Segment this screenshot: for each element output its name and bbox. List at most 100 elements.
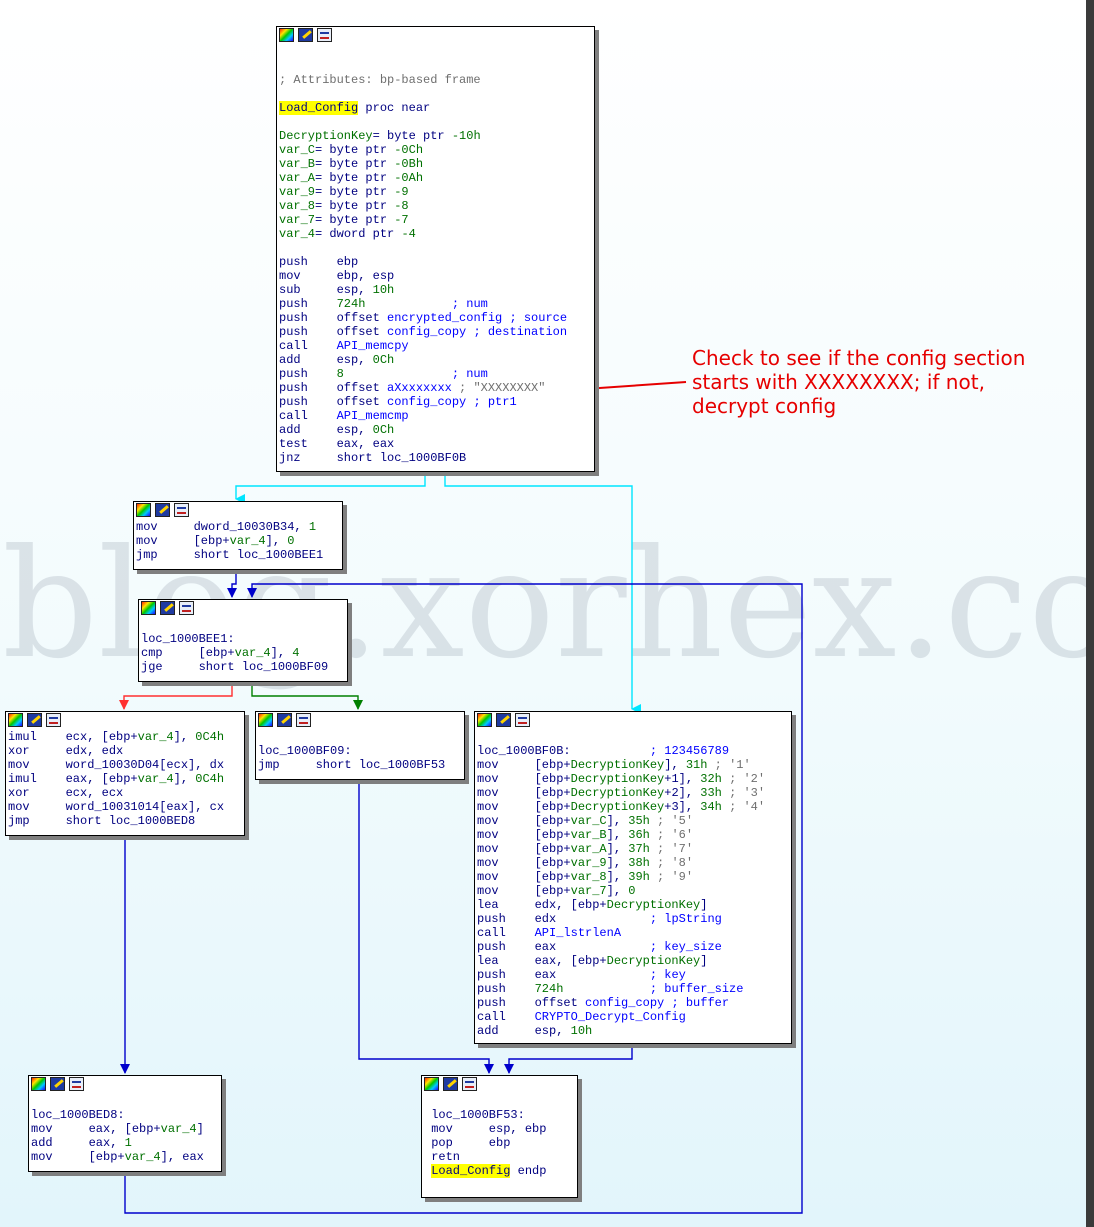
asm-line[interactable]: push eax ; key_size	[477, 940, 789, 954]
asm-line[interactable]: push offset config_copy ; buffer	[477, 996, 789, 1010]
asm-line[interactable]	[279, 59, 592, 73]
color-palette-icon[interactable]	[136, 503, 151, 517]
graph-icon[interactable]	[69, 1077, 84, 1091]
asm-line[interactable]: var_B= byte ptr -0Bh	[279, 157, 592, 171]
asm-line[interactable]: test eax, eax	[279, 437, 592, 451]
graph-icon[interactable]	[174, 503, 189, 517]
asm-line[interactable]: mov [ebp+DecryptionKey+1], 32h ; '2'	[477, 772, 789, 786]
asm-line[interactable]: jnz short loc_1000BF0B	[279, 451, 592, 465]
asm-line[interactable]: mov ebp, esp	[279, 269, 592, 283]
asm-line[interactable]: jge short loc_1000BF09	[141, 660, 345, 674]
asm-line[interactable]: call API_memcpy	[279, 339, 592, 353]
asm-line[interactable]: call API_memcmp	[279, 409, 592, 423]
graph-icon[interactable]	[317, 28, 332, 42]
graph-icon[interactable]	[179, 601, 194, 615]
asm-line[interactable]: mov dword_10030B34, 1	[136, 520, 340, 534]
asm-line[interactable]: Load_Config endp	[424, 1164, 575, 1178]
asm-line[interactable]: mov [ebp+var_C], 35h ; '5'	[477, 814, 789, 828]
asm-line[interactable]: push 724h ; num	[279, 297, 592, 311]
asm-line[interactable]: jmp short loc_1000BEE1	[136, 548, 340, 562]
asm-line[interactable]: var_9= byte ptr -9	[279, 185, 592, 199]
asm-line[interactable]	[31, 1094, 219, 1108]
asm-line[interactable]: xor ecx, ecx	[8, 786, 242, 800]
color-palette-icon[interactable]	[477, 713, 492, 727]
graph-icon[interactable]	[515, 713, 530, 727]
asm-line[interactable]: mov esp, ebp	[424, 1122, 575, 1136]
color-palette-icon[interactable]	[279, 28, 294, 42]
edit-icon[interactable]	[298, 28, 313, 42]
asm-line[interactable]: mov [ebp+var_4], eax	[31, 1150, 219, 1164]
graph-icon[interactable]	[296, 713, 311, 727]
asm-line[interactable]: push 8 ; num	[279, 367, 592, 381]
asm-line[interactable]	[279, 45, 592, 59]
asm-line[interactable]: var_7= byte ptr -7	[279, 213, 592, 227]
asm-line[interactable]: mov [ebp+var_4], 0	[136, 534, 340, 548]
asm-line[interactable]	[279, 87, 592, 101]
color-palette-icon[interactable]	[424, 1077, 439, 1091]
asm-line[interactable]: loc_1000BF0B: ; 123456789	[477, 744, 789, 758]
asm-line[interactable]: DecryptionKey= byte ptr -10h	[279, 129, 592, 143]
color-palette-icon[interactable]	[31, 1077, 46, 1091]
asm-line[interactable]	[279, 115, 592, 129]
asm-line[interactable]: jmp short loc_1000BED8	[8, 814, 242, 828]
graph-icon[interactable]	[462, 1077, 477, 1091]
asm-line[interactable]: loc_1000BED8:	[31, 1108, 219, 1122]
edit-icon[interactable]	[496, 713, 511, 727]
asm-line[interactable]: var_4= dword ptr -4	[279, 227, 592, 241]
asm-line[interactable]: var_A= byte ptr -0Ah	[279, 171, 592, 185]
color-palette-icon[interactable]	[141, 601, 156, 615]
asm-line[interactable]: sub esp, 10h	[279, 283, 592, 297]
node-load-config-entry[interactable]: ; Attributes: bp-based frame Load_Config …	[276, 26, 595, 472]
edit-icon[interactable]	[27, 713, 42, 727]
asm-line[interactable]	[279, 241, 592, 255]
asm-line[interactable]	[258, 730, 462, 744]
asm-line[interactable]: push 724h ; buffer_size	[477, 982, 789, 996]
asm-line[interactable]: mov word_10031014[eax], cx	[8, 800, 242, 814]
asm-line[interactable]: mov [ebp+var_9], 38h ; '8'	[477, 856, 789, 870]
asm-line[interactable]: push offset encrypted_config ; source	[279, 311, 592, 325]
asm-line[interactable]: cmp [ebp+var_4], 4	[141, 646, 345, 660]
asm-line[interactable]: push offset config_copy ; ptr1	[279, 395, 592, 409]
edit-icon[interactable]	[277, 713, 292, 727]
asm-line[interactable]: xor edx, edx	[8, 744, 242, 758]
asm-line[interactable]: mov word_10030D04[ecx], dx	[8, 758, 242, 772]
node-loc-1000bf09[interactable]: loc_1000BF09: jmp short loc_1000BF53	[255, 711, 465, 780]
asm-line[interactable]: push ebp	[279, 255, 592, 269]
asm-line[interactable]: loc_1000BF53:	[424, 1108, 575, 1122]
asm-line[interactable]: push eax ; key	[477, 968, 789, 982]
asm-line[interactable]: imul eax, [ebp+var_4], 0C4h	[8, 772, 242, 786]
asm-line[interactable]: add esp, 10h	[477, 1024, 789, 1038]
color-palette-icon[interactable]	[8, 713, 23, 727]
asm-line[interactable]: add esp, 0Ch	[279, 423, 592, 437]
asm-line[interactable]: mov [ebp+var_7], 0	[477, 884, 789, 898]
asm-line[interactable]: pop ebp	[424, 1136, 575, 1150]
asm-line[interactable]: mov eax, [ebp+var_4]	[31, 1122, 219, 1136]
asm-line[interactable]: Load_Config proc near	[279, 101, 592, 115]
asm-line[interactable]: var_C= byte ptr -0Ch	[279, 143, 592, 157]
asm-line[interactable]: lea edx, [ebp+DecryptionKey]	[477, 898, 789, 912]
color-palette-icon[interactable]	[258, 713, 273, 727]
asm-line[interactable]: loc_1000BF09:	[258, 744, 462, 758]
asm-line[interactable]: call CRYPTO_Decrypt_Config	[477, 1010, 789, 1024]
asm-line[interactable]: lea eax, [ebp+DecryptionKey]	[477, 954, 789, 968]
node-loc-1000bf0b-decrypt[interactable]: loc_1000BF0B: ; 123456789 mov [ebp+Decryp…	[474, 711, 792, 1044]
asm-line[interactable]: mov [ebp+var_A], 37h ; '7'	[477, 842, 789, 856]
asm-line[interactable]: add esp, 0Ch	[279, 353, 592, 367]
asm-line[interactable]: call API_lstrlenA	[477, 926, 789, 940]
asm-line[interactable]: mov [ebp+var_8], 39h ; '9'	[477, 870, 789, 884]
edit-icon[interactable]	[155, 503, 170, 517]
asm-line[interactable]: mov [ebp+DecryptionKey], 31h ; '1'	[477, 758, 789, 772]
asm-line[interactable]: mov [ebp+DecryptionKey+2], 33h ; '3'	[477, 786, 789, 800]
asm-line[interactable]: ; Attributes: bp-based frame	[279, 73, 592, 87]
asm-line[interactable]: retn	[424, 1150, 575, 1164]
node-clear-words[interactable]: imul ecx, [ebp+var_4], 0C4h xor edx, edx m…	[5, 711, 245, 836]
edit-icon[interactable]	[443, 1077, 458, 1091]
edit-icon[interactable]	[50, 1077, 65, 1091]
asm-line[interactable]	[477, 730, 789, 744]
asm-line[interactable]: push offset config_copy ; destination	[279, 325, 592, 339]
asm-line[interactable]: mov [ebp+var_B], 36h ; '6'	[477, 828, 789, 842]
node-loc-1000bed8[interactable]: loc_1000BED8: mov eax, [ebp+var_4] add eax…	[28, 1075, 222, 1172]
asm-line[interactable]: add eax, 1	[31, 1136, 219, 1150]
asm-line[interactable]: push edx ; lpString	[477, 912, 789, 926]
asm-line[interactable]: var_8= byte ptr -8	[279, 199, 592, 213]
